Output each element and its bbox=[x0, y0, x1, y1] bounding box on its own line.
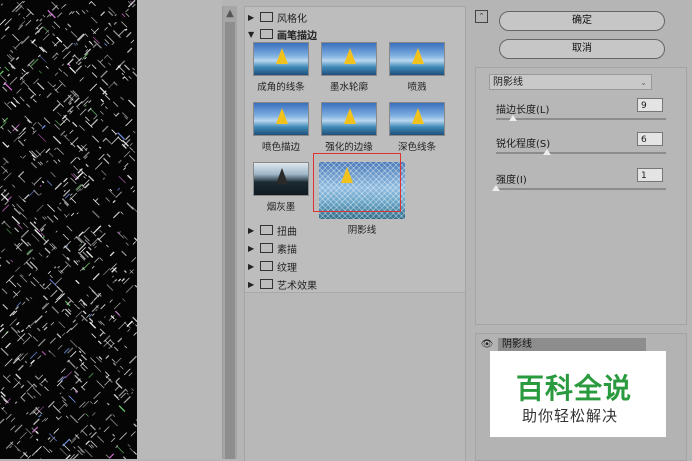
thumb-image bbox=[253, 162, 309, 196]
sharpness-slider[interactable] bbox=[496, 152, 666, 154]
thumb-image bbox=[389, 102, 445, 136]
category-texture[interactable]: ▶ 纹理 bbox=[248, 258, 297, 274]
cancel-button[interactable]: 取消 bbox=[499, 39, 665, 59]
thumb-accented-edges[interactable]: 强化的边缘 bbox=[319, 102, 379, 153]
watermark-title: 百科全说 bbox=[516, 367, 632, 407]
chevron-right-icon: ▶ bbox=[248, 244, 258, 253]
category-brush-strokes[interactable]: ▼ 画笔描边 bbox=[248, 26, 317, 42]
sailboat-icon bbox=[276, 168, 288, 184]
filter-settings-panel: 阴影线 ⌄ 描边长度(L) 9 锐化程度(S) 6 强度(I) 1 bbox=[475, 67, 687, 325]
eye-icon[interactable]: 👁 bbox=[480, 340, 494, 350]
collapse-icon[interactable]: ⌃ bbox=[475, 10, 488, 23]
thumb-image bbox=[321, 42, 377, 76]
chevron-right-icon: ▶ bbox=[248, 262, 258, 271]
thumb-image bbox=[253, 102, 309, 136]
strength-slider[interactable] bbox=[496, 188, 666, 190]
sailboat-icon bbox=[276, 48, 288, 64]
chevron-right-icon: ▶ bbox=[248, 13, 258, 22]
filter-gallery: ▶ 风格化 ▼ 画笔描边 成角的线条 墨水轮廓 喷溅 喷色描边 强化的边缘 bbox=[244, 6, 466, 461]
stroke-length-slider[interactable] bbox=[496, 118, 666, 120]
thumb-sprayed-strokes[interactable]: 喷色描边 bbox=[251, 102, 311, 153]
chevron-down-icon: ▼ bbox=[248, 30, 258, 39]
ok-button[interactable]: 确定 bbox=[499, 11, 665, 31]
gallery-empty-area bbox=[245, 292, 465, 461]
effect-layer-row[interactable]: 👁 阴影线 bbox=[480, 337, 680, 352]
filter-preview[interactable] bbox=[0, 0, 137, 459]
filter-select[interactable]: 阴影线 ⌄ bbox=[489, 74, 652, 90]
scroll-up-icon[interactable]: ▲ bbox=[225, 8, 235, 20]
scrollbar-thumb[interactable] bbox=[225, 22, 235, 459]
sailboat-icon bbox=[344, 48, 356, 64]
category-distort[interactable]: ▶ 扭曲 bbox=[248, 222, 297, 238]
sailboat-icon bbox=[412, 48, 424, 64]
category-stylize[interactable]: ▶ 风格化 bbox=[248, 9, 307, 25]
sailboat-icon bbox=[344, 108, 356, 124]
selection-outline bbox=[313, 153, 401, 212]
slider-knob[interactable] bbox=[509, 115, 517, 121]
thumb-ink-outlines[interactable]: 墨水轮廓 bbox=[319, 42, 379, 93]
stroke-length-input[interactable]: 9 bbox=[637, 98, 663, 112]
thumb-spatter[interactable]: 喷溅 bbox=[387, 42, 447, 93]
thumb-angled-strokes[interactable]: 成角的线条 bbox=[251, 42, 311, 93]
slider-knob[interactable] bbox=[543, 149, 551, 155]
thumb-image bbox=[389, 42, 445, 76]
sharpness-input[interactable]: 6 bbox=[637, 132, 663, 146]
chevron-down-icon: ⌄ bbox=[640, 75, 647, 91]
category-sketch[interactable]: ▶ 素描 bbox=[248, 240, 297, 256]
folder-icon bbox=[260, 243, 273, 253]
watermark-subtitle: 助你轻松解决 bbox=[522, 405, 618, 426]
thumb-image bbox=[253, 42, 309, 76]
sailboat-icon bbox=[412, 108, 424, 124]
strength-input[interactable]: 1 bbox=[637, 168, 663, 182]
preview-image bbox=[0, 0, 137, 459]
thumb-image bbox=[321, 102, 377, 136]
gallery-scrollbar[interactable]: ▲ bbox=[222, 6, 237, 459]
folder-icon bbox=[260, 29, 273, 39]
folder-icon bbox=[260, 12, 273, 22]
thumb-dark-strokes[interactable]: 深色线条 bbox=[387, 102, 447, 153]
sailboat-icon bbox=[276, 108, 288, 124]
chevron-right-icon: ▶ bbox=[248, 280, 258, 289]
chevron-right-icon: ▶ bbox=[248, 226, 258, 235]
thumb-sumi-e[interactable]: 烟灰墨 bbox=[251, 162, 311, 213]
preview-side-panel bbox=[137, 0, 222, 459]
folder-icon bbox=[260, 261, 273, 271]
folder-icon bbox=[260, 225, 273, 235]
watermark-logo: 百科全说 助你轻松解决 bbox=[490, 351, 666, 437]
folder-icon bbox=[260, 279, 273, 289]
slider-knob[interactable] bbox=[492, 185, 500, 191]
category-artistic[interactable]: ▶ 艺术效果 bbox=[248, 276, 317, 292]
brush-strokes-thumbnails: 成角的线条 墨水轮廓 喷溅 喷色描边 强化的边缘 深色线条 烟灰墨 阴影线 bbox=[251, 42, 459, 217]
